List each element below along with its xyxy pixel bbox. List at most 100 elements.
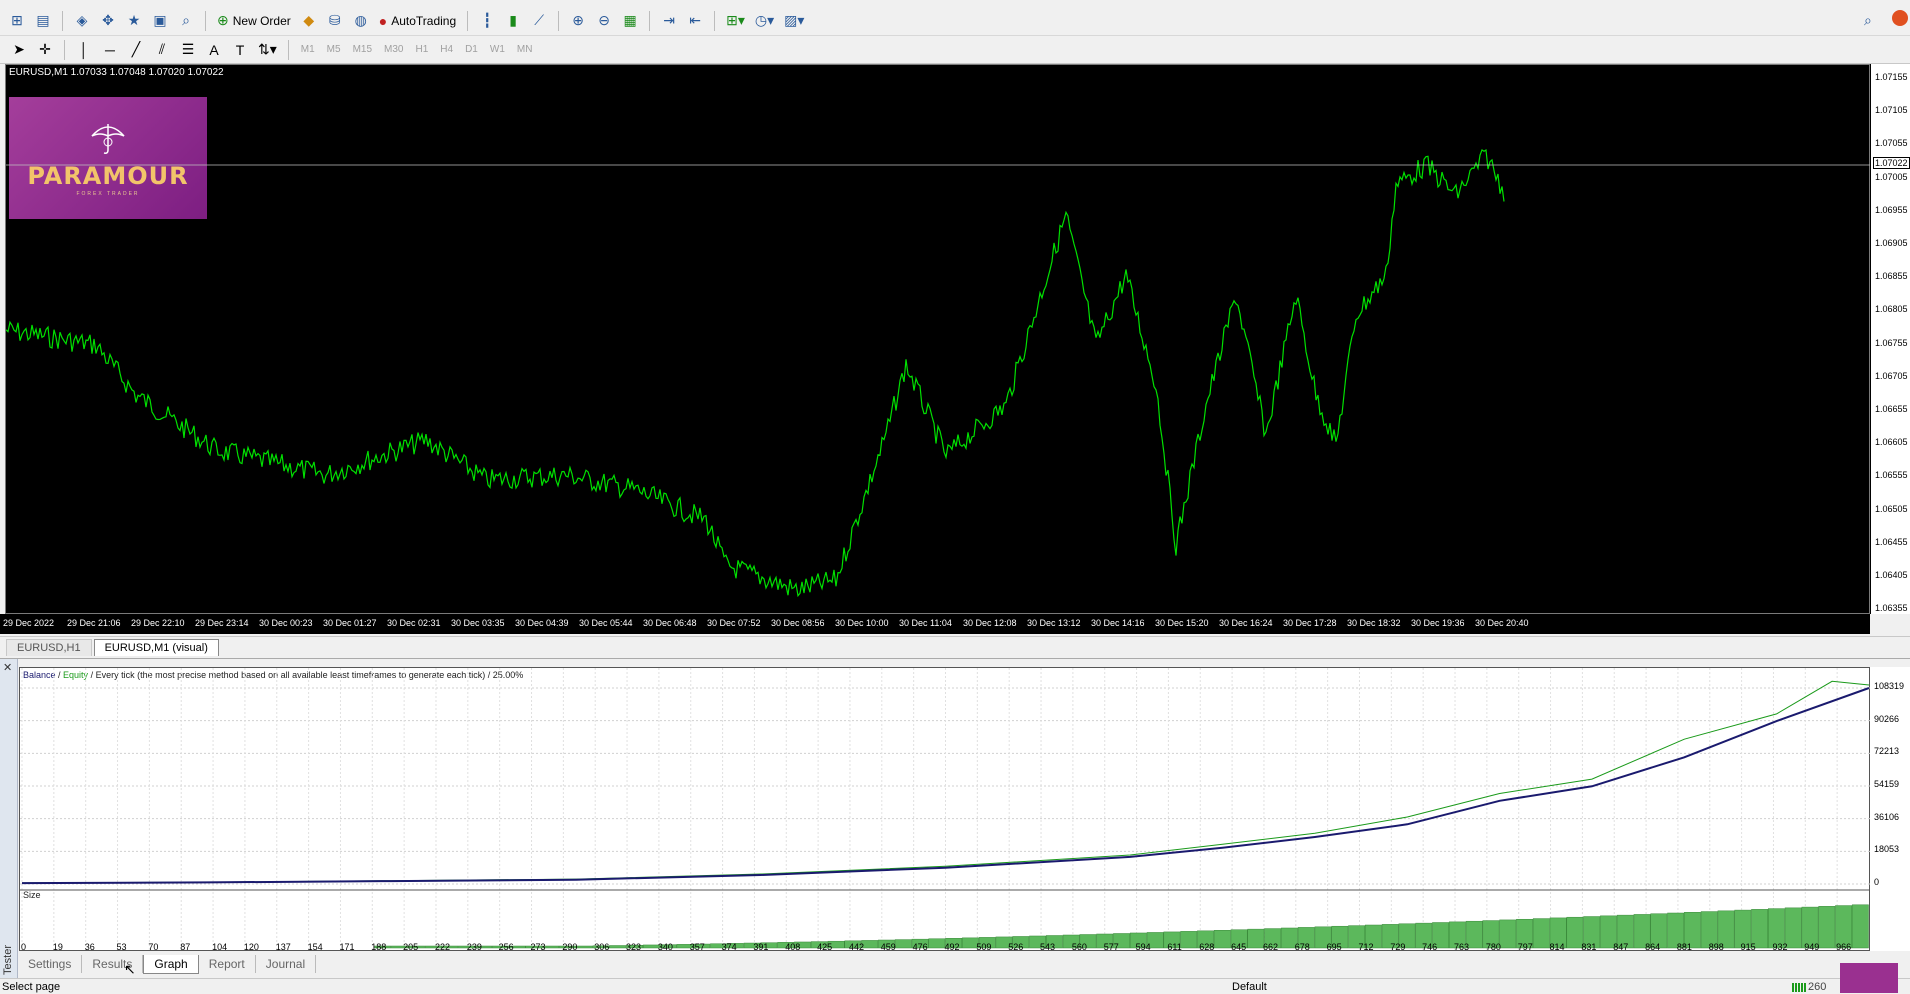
timeframe-d1[interactable]: D1	[461, 44, 482, 55]
graph-x-tick-label: 695	[1326, 942, 1342, 952]
price-tick-label: 1.06605	[1875, 437, 1908, 448]
time-tick-label: 30 Dec 05:44	[579, 618, 633, 628]
time-tick-label: 29 Dec 21:06	[67, 618, 121, 628]
graph-x-tick-label: 746	[1422, 942, 1438, 952]
time-tick-label: 30 Dec 19:36	[1411, 618, 1465, 628]
templates-icon[interactable]: ▨▾	[781, 10, 807, 32]
data-window-icon[interactable]: ✥	[97, 10, 119, 32]
text-icon[interactable]: A	[203, 39, 225, 61]
auto-scroll-icon[interactable]: ⇤	[684, 10, 706, 32]
graph-x-tick-label: 915	[1740, 942, 1756, 952]
tab-graph[interactable]: Graph	[143, 955, 199, 974]
close-icon[interactable]: ✕	[3, 661, 12, 674]
crosshair-icon[interactable]: ✛	[34, 39, 56, 61]
price-chart[interactable]: EURUSD,M1 1.07033 1.07048 1.07020 1.0702…	[5, 64, 1871, 614]
zoom-in-icon[interactable]: ⊕	[567, 10, 589, 32]
current-price-label: 1.07022	[1873, 157, 1910, 169]
notification-icon[interactable]	[1892, 10, 1908, 26]
chart-tabs: EURUSD,H1 EURUSD,M1 (visual)	[0, 636, 1910, 656]
market-watch-icon[interactable]: ◈	[71, 10, 93, 32]
terminal-icon[interactable]: ▣	[149, 10, 171, 32]
graph-x-tick-label: 678	[1294, 942, 1310, 952]
graph-x-axis: 0 19 36 53 70 87 104 120 137 154 171 188 205 222 239 25…	[19, 942, 1870, 956]
vertical-line-icon[interactable]: │	[73, 39, 95, 61]
tester-side-label: Tester	[2, 945, 14, 975]
graph-x-tick-label: 239	[466, 942, 482, 952]
price-tick-label: 1.06705	[1875, 370, 1908, 381]
time-tick-label: 29 Dec 23:14	[195, 618, 249, 628]
new-chart-icon[interactable]: ⊞	[6, 10, 28, 32]
timeframe-h1[interactable]: H1	[411, 44, 432, 55]
graph-x-tick-label: 526	[1008, 942, 1024, 952]
time-tick-label: 30 Dec 06:48	[643, 618, 697, 628]
tab-journal[interactable]: Journal	[256, 955, 317, 973]
graph-x-tick-label: 290	[562, 942, 578, 952]
navigator-icon[interactable]: ★	[123, 10, 145, 32]
timeframe-w1[interactable]: W1	[486, 44, 509, 55]
tab-report[interactable]: Report	[199, 955, 256, 973]
equidistant-channel-icon[interactable]: ⫽	[151, 39, 173, 61]
graph-y-tick-label: 90266	[1874, 713, 1900, 724]
strategy-tester-icon[interactable]: ⌕	[175, 10, 197, 32]
graph-y-tick-label: 108319	[1874, 681, 1905, 691]
tab-settings[interactable]: Settings	[18, 955, 83, 973]
profiles-icon[interactable]: ▤	[32, 10, 54, 32]
fibonacci-icon[interactable]: ☰	[177, 39, 199, 61]
tab-eurusd-m1-visual[interactable]: EURUSD,M1 (visual)	[93, 639, 219, 656]
line-chart-icon[interactable]: ⟋	[528, 10, 550, 32]
horizontal-line-icon[interactable]: ─	[99, 39, 121, 61]
arrows-icon[interactable]: ⇅▾	[255, 39, 280, 61]
graph-y-tick-label: 54159	[1874, 779, 1900, 789]
timeframe-m5[interactable]: M5	[323, 44, 345, 55]
time-tick-label: 30 Dec 13:12	[1027, 618, 1081, 628]
auto-trading-icon: ●	[378, 12, 388, 29]
market-icon[interactable]: ⛁	[324, 10, 346, 32]
time-tick-label: 30 Dec 04:39	[515, 618, 569, 628]
graph-x-tick-label: 645	[1231, 942, 1247, 952]
graph-x-tick-label: 70	[148, 942, 159, 952]
search-icon[interactable]: ⌕	[1864, 12, 1872, 29]
metaeditor-icon[interactable]: ◆	[298, 10, 320, 32]
auto-trading-button[interactable]: ● AutoTrading	[376, 10, 459, 32]
status-traffic: 260	[1808, 981, 1827, 993]
mouse-cursor-icon: ↖	[124, 961, 136, 977]
tile-windows-icon[interactable]: ▦	[619, 10, 641, 32]
graph-x-tick-label: 594	[1135, 942, 1151, 952]
cursor-icon[interactable]: ➤	[8, 39, 30, 61]
toolbar-separator	[64, 39, 65, 60]
time-tick-label: 30 Dec 18:32	[1347, 618, 1401, 628]
graph-x-tick-label: 814	[1549, 942, 1565, 952]
graph-y-tick-label: 0	[1874, 877, 1880, 887]
graph-x-tick-label: 442	[848, 942, 864, 952]
tab-eurusd-h1[interactable]: EURUSD,H1	[6, 639, 92, 656]
price-line	[6, 148, 1871, 598]
signals-icon[interactable]: ◍	[350, 10, 372, 32]
periods-icon[interactable]: ◷▾	[752, 10, 777, 32]
timeframe-m15[interactable]: M15	[349, 44, 376, 55]
candlestick-icon[interactable]: ▮	[502, 10, 524, 32]
graph-x-tick-label: 0	[21, 942, 27, 952]
timeframe-m30[interactable]: M30	[380, 44, 407, 55]
timeframe-mn[interactable]: MN	[513, 44, 537, 55]
graph-x-tick-label: 898	[1708, 942, 1724, 952]
time-tick-label: 30 Dec 11:04	[899, 618, 952, 628]
graph-x-tick-label: 425	[817, 942, 833, 952]
zoom-out-icon[interactable]: ⊖	[593, 10, 615, 32]
trendline-icon[interactable]: ╱	[125, 39, 147, 61]
timeframe-h4[interactable]: H4	[436, 44, 457, 55]
graph-x-tick-label: 611	[1167, 942, 1182, 952]
toolbar-separator	[287, 39, 289, 60]
text-label-icon[interactable]: T	[229, 39, 251, 61]
toolbar-separator	[467, 10, 469, 31]
timeframe-m1[interactable]: M1	[297, 44, 319, 55]
time-tick-label: 30 Dec 07:52	[707, 618, 761, 628]
graph-x-tick-label: 256	[498, 942, 514, 952]
price-tick-label: 1.07155	[1875, 72, 1908, 82]
chart-shift-icon[interactable]: ⇥	[658, 10, 680, 32]
graph-x-tick-label: 120	[243, 942, 259, 952]
graph-x-tick-label: 374	[721, 942, 737, 952]
indicators-icon[interactable]: ⊞▾	[723, 10, 748, 32]
bar-chart-icon[interactable]: ┇	[476, 10, 498, 32]
graph-x-tick-label: 459	[880, 942, 896, 952]
new-order-button[interactable]: ⊕ New Order	[214, 10, 294, 32]
